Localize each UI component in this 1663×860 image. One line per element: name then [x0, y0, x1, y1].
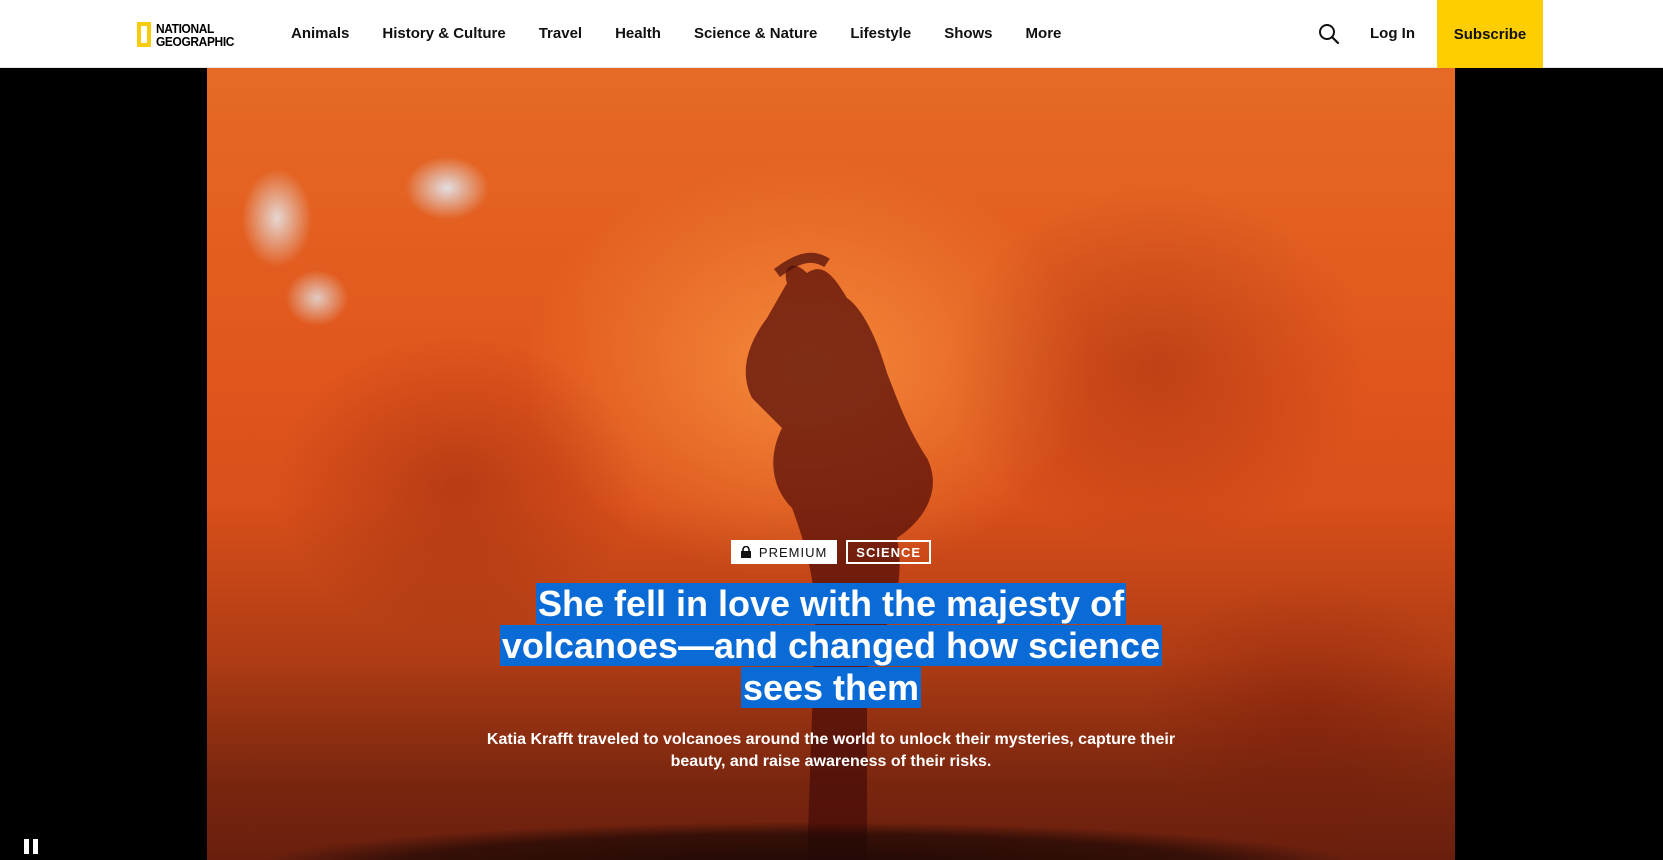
nav-health[interactable]: Health	[615, 25, 661, 42]
nav-history-culture[interactable]: History & Culture	[382, 25, 505, 42]
nav-travel[interactable]: Travel	[539, 25, 582, 42]
yellow-frame-icon	[137, 22, 151, 47]
search-icon[interactable]	[1318, 23, 1340, 45]
nav-shows[interactable]: Shows	[944, 25, 992, 42]
logo-line-2: GEOGRAPHIC	[156, 33, 235, 49]
premium-label: PREMIUM	[758, 544, 828, 560]
subscribe-button[interactable]: Subscribe	[1437, 0, 1543, 68]
nav-animals[interactable]: Animals	[291, 25, 349, 42]
national-geographic-logo[interactable]: NATIONAL GEOGRAPHIC	[137, 18, 241, 51]
log-in-link[interactable]: Log In	[1370, 0, 1415, 67]
tag-row: PREMIUM SCIENCE	[207, 540, 1455, 564]
headline-text: She fell in love with the majesty of vol…	[499, 583, 1163, 708]
logo-wordmark: NATIONAL GEOGRAPHIC	[156, 22, 234, 48]
category-tag-science[interactable]: SCIENCE	[846, 540, 932, 564]
pause-icon[interactable]	[24, 839, 40, 855]
nav-lifestyle[interactable]: Lifestyle	[850, 25, 911, 42]
premium-badge: PREMIUM	[730, 540, 838, 564]
site-header: NATIONAL GEOGRAPHIC Animals History & Cu…	[0, 0, 1663, 68]
lock-icon	[740, 546, 751, 558]
hero-content: PREMIUM SCIENCE She fell in love with th…	[207, 540, 1455, 773]
nav-science-nature[interactable]: Science & Nature	[694, 25, 817, 42]
article-dek: Katia Krafft traveled to volcanoes aroun…	[486, 731, 1176, 770]
article-headline: She fell in love with the majesty of vol…	[486, 583, 1176, 709]
nav-more[interactable]: More	[1026, 25, 1062, 42]
main-nav: Animals History & Culture Travel Health …	[291, 0, 1094, 67]
